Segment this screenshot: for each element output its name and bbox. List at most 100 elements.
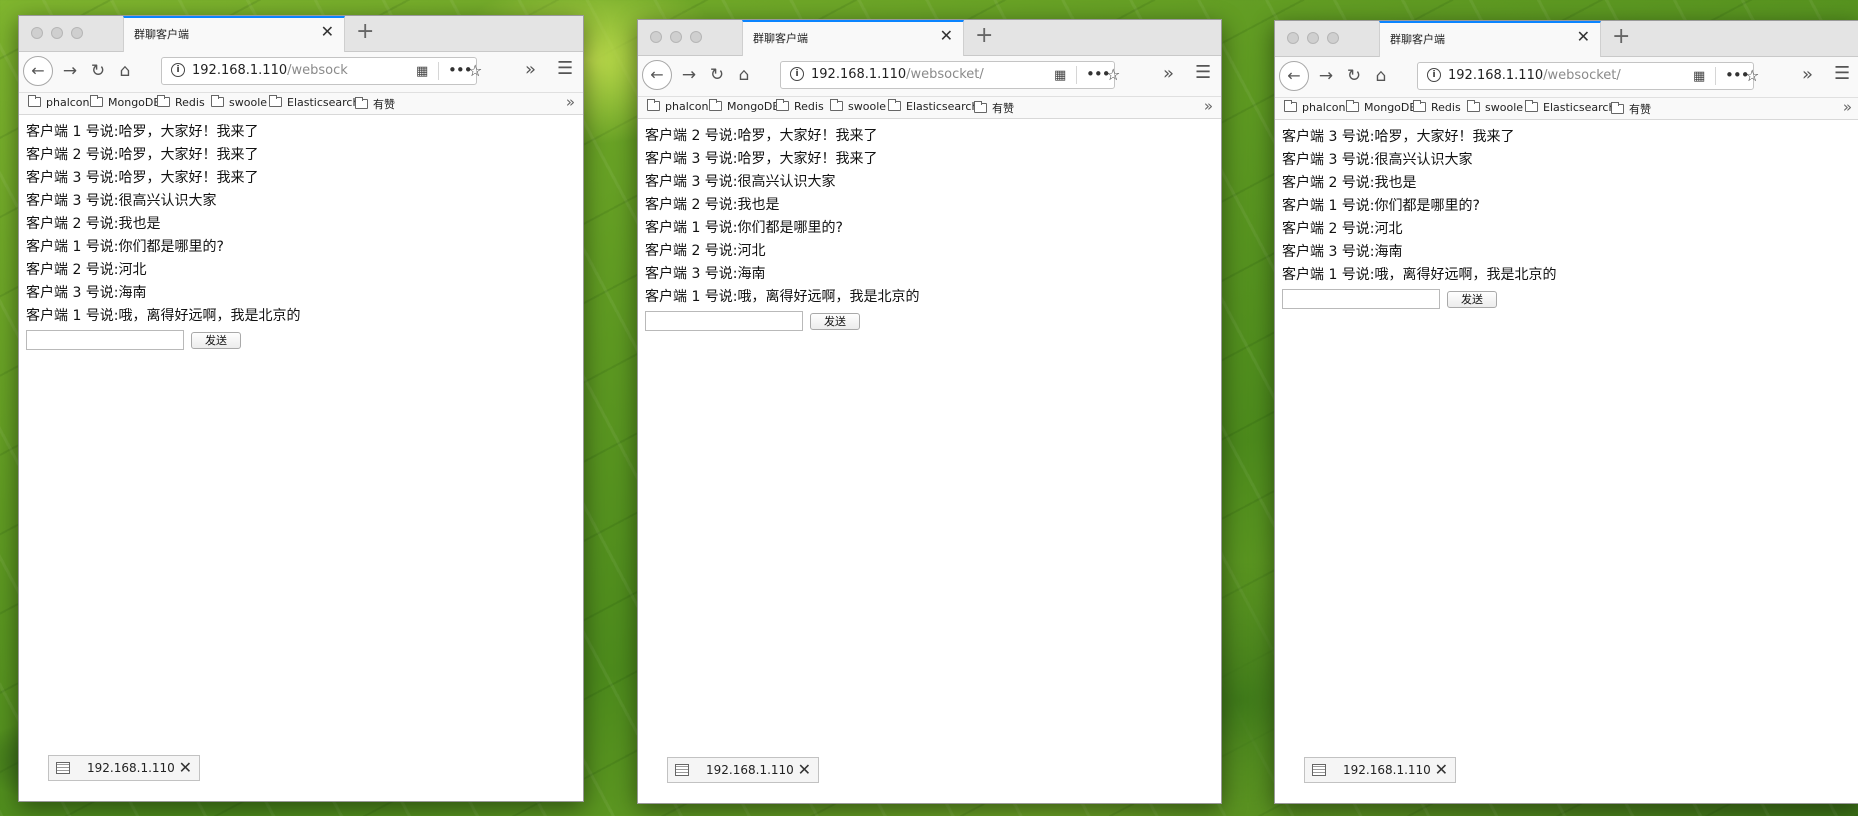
minimize-window-button[interactable] xyxy=(1307,32,1319,44)
url-text[interactable]: 192.168.1.110/websock xyxy=(192,63,398,78)
page-icon xyxy=(56,762,70,774)
bookmarks-toolbar: phalcon MongoDB Redis swoole Elasticsear… xyxy=(19,93,583,115)
forward-arrow-icon[interactable]: → xyxy=(59,60,81,82)
folder-icon xyxy=(1467,100,1480,112)
qr-code-icon[interactable]: ▦ xyxy=(416,64,428,79)
hamburger-menu-icon[interactable]: ☰ xyxy=(1834,63,1850,84)
bookmark-item[interactable]: swoole xyxy=(211,95,267,109)
send-button[interactable]: 发送 xyxy=(810,312,860,330)
bookmark-item[interactable]: 有赞 xyxy=(1611,101,1651,117)
url-bar[interactable]: i 192.168.1.110/websocket/ ▦ ••• ☆ xyxy=(780,61,1120,89)
close-window-button[interactable] xyxy=(31,27,43,39)
close-window-button[interactable] xyxy=(650,31,662,43)
status-text: 192.168.1.110 xyxy=(1343,763,1431,777)
zoom-window-button[interactable] xyxy=(71,27,83,39)
chat-message: 客户端 1 号说:哦，离得好远啊，我是北京的 xyxy=(26,308,301,324)
overflow-chevron-icon[interactable]: » xyxy=(1802,64,1813,85)
folder-icon xyxy=(90,95,103,107)
browser-window: 群聊客户端 ✕ + ← → ↻ ⌂ i 192.168.1.110/websoc… xyxy=(1274,20,1858,804)
url-bar[interactable]: i 192.168.1.110/websocket/ ▦ ••• ☆ xyxy=(1417,62,1759,90)
home-icon[interactable]: ⌂ xyxy=(114,60,136,82)
new-tab-icon[interactable]: + xyxy=(975,24,993,48)
folder-icon xyxy=(1284,100,1297,112)
bookmarks-overflow-icon[interactable]: » xyxy=(1843,98,1852,116)
forward-arrow-icon[interactable]: → xyxy=(1315,65,1337,87)
hamburger-menu-icon[interactable]: ☰ xyxy=(1195,62,1211,83)
info-icon[interactable]: i xyxy=(171,63,185,77)
close-tab-icon[interactable]: ✕ xyxy=(321,24,334,40)
bookmark-item[interactable]: Redis xyxy=(776,99,824,113)
reload-icon[interactable]: ↻ xyxy=(87,60,109,82)
close-status-icon[interactable]: ✕ xyxy=(179,758,192,777)
bookmark-item[interactable]: MongoDB xyxy=(90,95,161,109)
close-tab-icon[interactable]: ✕ xyxy=(1577,29,1590,45)
zoom-window-button[interactable] xyxy=(1327,32,1339,44)
bookmarks-overflow-icon[interactable]: » xyxy=(1204,97,1213,115)
close-status-icon[interactable]: ✕ xyxy=(1435,760,1448,779)
bookmark-item[interactable]: Elasticsearch xyxy=(269,95,359,109)
back-arrow-icon[interactable]: ← xyxy=(23,56,53,86)
minimize-window-button[interactable] xyxy=(670,31,682,43)
url-path: /websocket/ xyxy=(906,67,984,82)
close-window-button[interactable] xyxy=(1287,32,1299,44)
bookmark-item[interactable]: 有赞 xyxy=(974,100,1014,116)
message-input[interactable] xyxy=(645,311,803,331)
bookmark-star-icon[interactable]: ☆ xyxy=(1745,66,1759,85)
browser-window: 群聊客户端 ✕ + ← → ↻ ⌂ i 192.168.1.110/websoc… xyxy=(18,15,584,802)
message-list: 客户端 3 号说:哈罗，大家好！我来了 客户端 3 号说:很高兴认识大家 客户端 2… xyxy=(1282,126,1858,287)
page-icon xyxy=(1312,764,1326,776)
back-arrow-icon[interactable]: ← xyxy=(1279,61,1309,91)
send-button[interactable]: 发送 xyxy=(1447,290,1497,308)
bookmark-item[interactable]: Elasticsearch xyxy=(888,99,978,113)
url-text[interactable]: 192.168.1.110/websocket/ xyxy=(811,67,1036,82)
bookmark-item[interactable]: swoole xyxy=(1467,100,1523,114)
overflow-chevron-icon[interactable]: » xyxy=(1163,63,1174,84)
bookmark-item[interactable]: swoole xyxy=(830,99,886,113)
new-tab-icon[interactable]: + xyxy=(1612,25,1630,49)
message-list: 客户端 2 号说:哈罗，大家好！我来了 客户端 3 号说:哈罗，大家好！我来了 客户… xyxy=(645,125,1221,309)
zoom-window-button[interactable] xyxy=(690,31,702,43)
info-icon[interactable]: i xyxy=(1427,68,1441,82)
bookmarks-overflow-icon[interactable]: » xyxy=(566,93,575,111)
url-text[interactable]: 192.168.1.110/websocket/ xyxy=(1448,68,1675,83)
title-bar: 群聊客户端 ✕ + xyxy=(1275,21,1858,57)
bookmark-item[interactable]: Elasticsearch xyxy=(1525,100,1615,114)
message-input[interactable] xyxy=(26,330,184,350)
url-bar[interactable]: i 192.168.1.110/websock ▦ ••• ☆ xyxy=(161,57,482,85)
bookmark-item[interactable]: phalcon xyxy=(647,99,709,113)
chat-message: 客户端 2 号说:哈罗，大家好！我来了 xyxy=(26,147,259,163)
bookmark-item[interactable]: Redis xyxy=(157,95,205,109)
bookmark-item[interactable]: phalcon xyxy=(28,95,90,109)
back-arrow-icon[interactable]: ← xyxy=(642,60,672,90)
page-icon xyxy=(675,764,689,776)
reload-icon[interactable]: ↻ xyxy=(1343,65,1365,87)
browser-tab[interactable]: 群聊客户端 ✕ xyxy=(123,16,345,52)
home-icon[interactable]: ⌂ xyxy=(733,64,755,86)
bookmark-item[interactable]: 有赞 xyxy=(355,96,395,112)
reload-icon[interactable]: ↻ xyxy=(706,64,728,86)
folder-icon xyxy=(1525,100,1538,112)
send-button[interactable]: 发送 xyxy=(191,331,241,349)
close-tab-icon[interactable]: ✕ xyxy=(940,28,953,44)
bookmark-star-icon[interactable]: ☆ xyxy=(468,61,482,80)
browser-tab[interactable]: 群聊客户端 ✕ xyxy=(1379,21,1601,57)
overflow-chevron-icon[interactable]: » xyxy=(525,59,536,80)
bookmark-item[interactable]: MongoDB xyxy=(1346,100,1417,114)
chat-message: 客户端 2 号说:我也是 xyxy=(645,197,780,213)
hamburger-menu-icon[interactable]: ☰ xyxy=(557,58,573,79)
qr-code-icon[interactable]: ▦ xyxy=(1054,68,1066,83)
info-icon[interactable]: i xyxy=(790,67,804,81)
minimize-window-button[interactable] xyxy=(51,27,63,39)
bookmark-item[interactable]: MongoDB xyxy=(709,99,780,113)
bookmark-item[interactable]: Redis xyxy=(1413,100,1461,114)
qr-code-icon[interactable]: ▦ xyxy=(1693,69,1705,84)
new-tab-icon[interactable]: + xyxy=(356,20,374,44)
message-input[interactable] xyxy=(1282,289,1440,309)
bookmark-item[interactable]: phalcon xyxy=(1284,100,1346,114)
navigation-toolbar: ← → ↻ ⌂ i 192.168.1.110/websock ▦ ••• ☆ … xyxy=(19,52,583,93)
browser-tab[interactable]: 群聊客户端 ✕ xyxy=(742,20,964,56)
home-icon[interactable]: ⌂ xyxy=(1370,65,1392,87)
close-status-icon[interactable]: ✕ xyxy=(798,760,811,779)
bookmark-star-icon[interactable]: ☆ xyxy=(1106,65,1120,84)
forward-arrow-icon[interactable]: → xyxy=(678,64,700,86)
